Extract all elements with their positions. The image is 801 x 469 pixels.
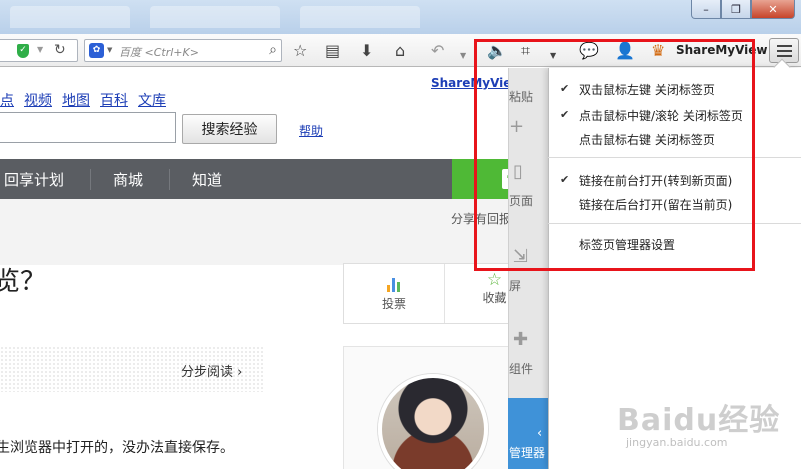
search-bar[interactable]: ✿ ▼ 百度 <Ctrl+K> ⌕ — [84, 39, 282, 62]
dropdown-arrow-icon[interactable]: ▼ — [107, 46, 112, 54]
menu-line — [777, 45, 792, 47]
baidu-paw-icon[interactable]: ✿ — [89, 43, 104, 58]
dropdown-arrow-icon[interactable]: ▼ — [37, 45, 43, 54]
menu-line — [777, 50, 792, 52]
watermark-logo: Baidu经验 — [617, 403, 781, 438]
chevron-left-icon: ‹ — [537, 426, 543, 441]
vote-label: 投票 — [381, 297, 406, 311]
search-placeholder[interactable]: 百度 <Ctrl+K> — [119, 44, 199, 60]
maximize-button[interactable]: ❐ — [721, 0, 751, 19]
nav-link-baike[interactable]: 百科 — [100, 90, 128, 110]
tab-ghost[interactable] — [150, 6, 280, 28]
header-band — [0, 199, 512, 265]
bar-chart-icon — [387, 278, 401, 292]
article-body-text: 生浏览器中打开的，没办法直接保存。 — [0, 440, 234, 456]
window-titlebar: – ❐ ✕ — [0, 0, 801, 34]
watermark-url: jingyan.baidu.com — [626, 436, 728, 449]
nav-link-video[interactable]: 视频 — [24, 90, 52, 110]
main-menu-button[interactable] — [769, 38, 799, 63]
vote-button[interactable]: 投票 — [344, 264, 444, 323]
nav-link-partial[interactable]: 点 — [0, 90, 14, 110]
nav-link-map[interactable]: 地图 — [62, 90, 90, 110]
reload-icon[interactable]: ↻ — [54, 42, 66, 58]
close-window-button[interactable]: ✕ — [751, 0, 795, 19]
step-read-link[interactable]: 分步阅读 › — [181, 361, 242, 380]
search-experience-button[interactable]: 搜索经验 — [182, 114, 277, 144]
minimize-button[interactable]: – — [691, 0, 721, 19]
url-bar[interactable]: ✓ ▼ ↻ — [0, 39, 78, 62]
help-link[interactable]: 帮助 — [299, 122, 323, 139]
home-icon[interactable]: ⌂ — [395, 42, 405, 59]
experience-search-input[interactable] — [0, 112, 176, 143]
manager-label: 管理器 — [509, 446, 546, 460]
vote-collect-box: 投票 ☆ 收藏 — [343, 263, 513, 324]
baidu-product-nav: 点 视频 地图 百科 文库 — [0, 90, 176, 110]
article-title: 览？ — [0, 267, 47, 297]
step-read-label: 分步阅读 — [181, 365, 234, 380]
search-icon[interactable]: ⌕ — [269, 42, 277, 58]
author-card — [343, 346, 513, 469]
shield-icon[interactable]: ✓ — [17, 44, 29, 58]
download-icon[interactable]: ⬇ — [360, 42, 373, 59]
customize-button[interactable]: ‹ 管理器 — [508, 398, 548, 469]
nav-item-zhidao[interactable]: 知道 — [170, 169, 248, 190]
site-nav-bar: 回享计划 商城 知道 — [0, 159, 452, 199]
addons-label[interactable]: 组件 — [509, 360, 533, 377]
nav-item-share-plan[interactable]: 回享计划 — [0, 168, 92, 190]
dropdown-arrow-icon[interactable]: ▼ — [460, 47, 466, 64]
tab-ghost[interactable] — [10, 6, 130, 28]
author-avatar[interactable] — [378, 374, 488, 469]
nav-link-wenku[interactable]: 文库 — [138, 90, 166, 110]
fullscreen-label[interactable]: 屏 — [509, 277, 521, 294]
bookmark-star-icon[interactable]: ☆ — [293, 42, 307, 59]
bookmarks-list-icon[interactable]: ▤ — [325, 42, 340, 59]
nav-item-mall[interactable]: 商城 — [91, 168, 171, 190]
puzzle-icon: ✚ — [513, 329, 529, 350]
annotation-highlight — [474, 39, 755, 271]
menu-line — [777, 55, 792, 57]
tab-ghost[interactable] — [300, 6, 420, 28]
undo-icon[interactable]: ↶ — [431, 42, 444, 59]
window-controls: – ❐ ✕ — [691, 0, 795, 19]
